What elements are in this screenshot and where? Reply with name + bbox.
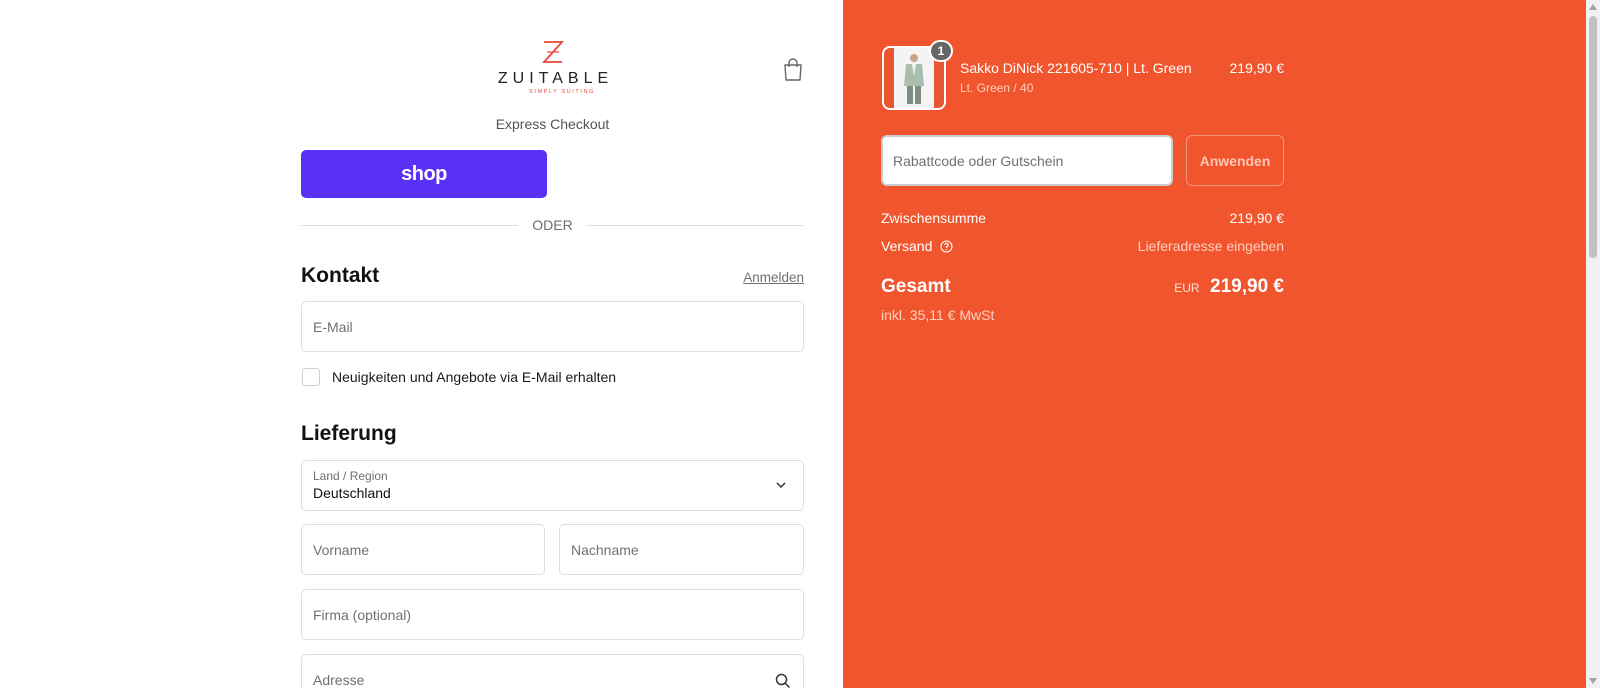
express-checkout-title: Express Checkout bbox=[495, 116, 610, 132]
divider-line bbox=[586, 224, 805, 226]
shipping-value: Lieferadresse eingeben bbox=[1137, 238, 1284, 254]
total-label: Gesamt bbox=[881, 276, 951, 297]
country-label: Land / Region bbox=[313, 469, 388, 483]
total-value: 219,90 € bbox=[1210, 276, 1284, 297]
contact-heading: Kontakt bbox=[301, 264, 380, 287]
last-name-field[interactable] bbox=[559, 524, 804, 575]
quantity-badge: 1 bbox=[929, 40, 953, 62]
order-summary-panel bbox=[843, 0, 1586, 688]
total-amount-group: EUR 219,90 € bbox=[1174, 276, 1284, 298]
brand-wordmark: ZUITABLE bbox=[497, 70, 614, 87]
apply-discount-button[interactable]: Anwenden bbox=[1186, 135, 1284, 186]
product-variant: Lt. Green / 40 bbox=[960, 81, 1034, 95]
subtotal-label: Zwischensumme bbox=[881, 210, 987, 226]
divider-line bbox=[301, 224, 519, 226]
country-value: Deutschland bbox=[313, 485, 391, 501]
login-link[interactable]: Anmelden bbox=[741, 270, 804, 285]
subtotal-row: Zwischensumme 219,90 € bbox=[881, 210, 1284, 226]
company-input[interactable] bbox=[313, 606, 792, 623]
search-icon bbox=[775, 673, 791, 688]
shop-pay-button[interactable]: shop bbox=[301, 150, 547, 198]
product-title: Sakko DiNick 221605-710 | Lt. Green bbox=[960, 60, 1192, 76]
newsletter-label: Neuigkeiten und Angebote via E-Mail erha… bbox=[332, 369, 617, 385]
logo-z-icon bbox=[541, 41, 565, 63]
scroll-up-arrow-icon[interactable] bbox=[1589, 4, 1597, 10]
shopping-bag-icon[interactable] bbox=[782, 58, 804, 82]
shipping-label: Versand bbox=[881, 238, 933, 254]
scrollbar-thumb[interactable] bbox=[1589, 16, 1597, 258]
last-name-input[interactable] bbox=[571, 541, 792, 558]
delivery-heading: Lieferung bbox=[301, 422, 397, 445]
email-field[interactable] bbox=[301, 301, 804, 352]
chevron-down-icon bbox=[776, 482, 786, 489]
total-currency: EUR bbox=[1174, 281, 1200, 295]
email-input[interactable] bbox=[313, 318, 792, 335]
scroll-down-arrow-icon[interactable] bbox=[1589, 678, 1597, 684]
address-field[interactable] bbox=[301, 654, 804, 688]
newsletter-option[interactable]: Neuigkeiten und Angebote via E-Mail erha… bbox=[302, 368, 616, 386]
help-circle-icon[interactable] bbox=[940, 240, 953, 253]
first-name-field[interactable] bbox=[301, 524, 545, 575]
brand-tagline: SIMPLY SUITING bbox=[529, 89, 595, 95]
total-row: Gesamt EUR 219,90 € bbox=[881, 276, 1284, 298]
tax-note: inkl. 35,11 € MwSt bbox=[881, 307, 995, 323]
subtotal-value: 219,90 € bbox=[1229, 210, 1285, 226]
discount-code-input[interactable] bbox=[893, 152, 1161, 169]
country-select[interactable]: Land / Region Deutschland bbox=[301, 460, 804, 511]
brand-logo[interactable]: ZUITABLE SIMPLY SUITING bbox=[491, 40, 615, 96]
first-name-input[interactable] bbox=[313, 541, 533, 558]
company-field[interactable] bbox=[301, 589, 804, 640]
page-scrollbar[interactable] bbox=[1586, 0, 1600, 688]
address-input[interactable] bbox=[313, 671, 792, 688]
newsletter-checkbox[interactable] bbox=[302, 368, 320, 386]
product-price: 219,90 € bbox=[1229, 60, 1285, 76]
shipping-row: Versand Lieferadresse eingeben bbox=[881, 238, 1284, 254]
discount-code-field[interactable] bbox=[881, 135, 1173, 186]
shipping-label-group: Versand bbox=[881, 238, 953, 254]
or-divider: ODER bbox=[301, 216, 805, 234]
divider-text: ODER bbox=[532, 217, 573, 233]
